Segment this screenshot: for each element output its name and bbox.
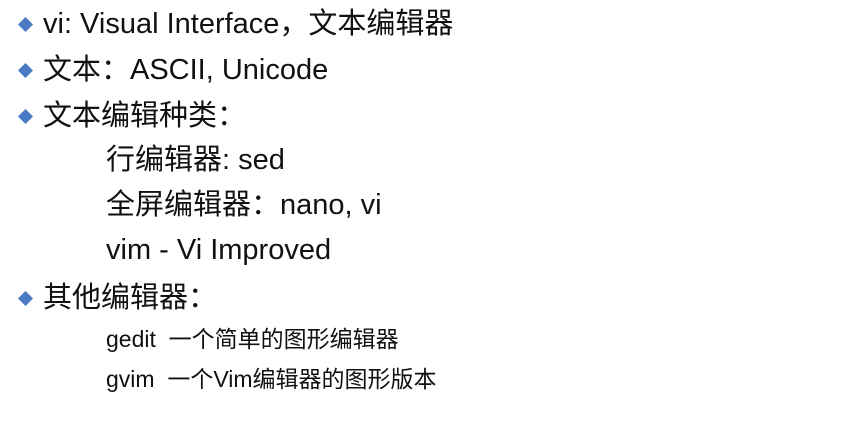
diamond-bullet-icon <box>18 291 33 306</box>
bullet-item-vi: vi: Visual Interface，文本编辑器 <box>18 10 453 39</box>
diamond-bullet-icon <box>18 63 33 78</box>
sub-item-text: 全屏编辑器：nano, vi <box>106 189 382 221</box>
sub-item-line-editor: 行编辑器: sed <box>106 146 285 175</box>
bullet-item-text-encoding: 文本：ASCII, Unicode <box>18 56 328 85</box>
bullet-text: vi: Visual Interface，文本编辑器 <box>43 8 454 40</box>
bullet-item-other-editors: 其他编辑器： <box>18 284 217 313</box>
sub-item-vim: vim - Vi Improved <box>106 236 331 265</box>
sub-item-gvim: gvim 一个Vim编辑器的图形版本 <box>106 368 437 391</box>
sub-item-text: 行编辑器: sed <box>106 144 285 176</box>
sub-item-text: gedit 一个简单的图形编辑器 <box>106 326 399 352</box>
bullet-text: 文本编辑种类： <box>43 100 247 132</box>
sub-item-gedit: gedit 一个简单的图形编辑器 <box>106 328 399 351</box>
sub-item-text: gvim 一个Vim编辑器的图形版本 <box>106 366 437 392</box>
diamond-bullet-icon <box>18 109 33 124</box>
diamond-bullet-icon <box>18 17 33 32</box>
sub-item-text: vim - Vi Improved <box>106 234 332 266</box>
slide: vi: Visual Interface，文本编辑器 文本：ASCII, Uni… <box>0 0 860 427</box>
bullet-text: 文本：ASCII, Unicode <box>43 54 329 86</box>
sub-item-fullscreen-editor: 全屏编辑器：nano, vi <box>106 191 382 220</box>
bullet-item-editor-types: 文本编辑种类： <box>18 102 246 131</box>
bullet-text: 其他编辑器： <box>43 282 218 314</box>
